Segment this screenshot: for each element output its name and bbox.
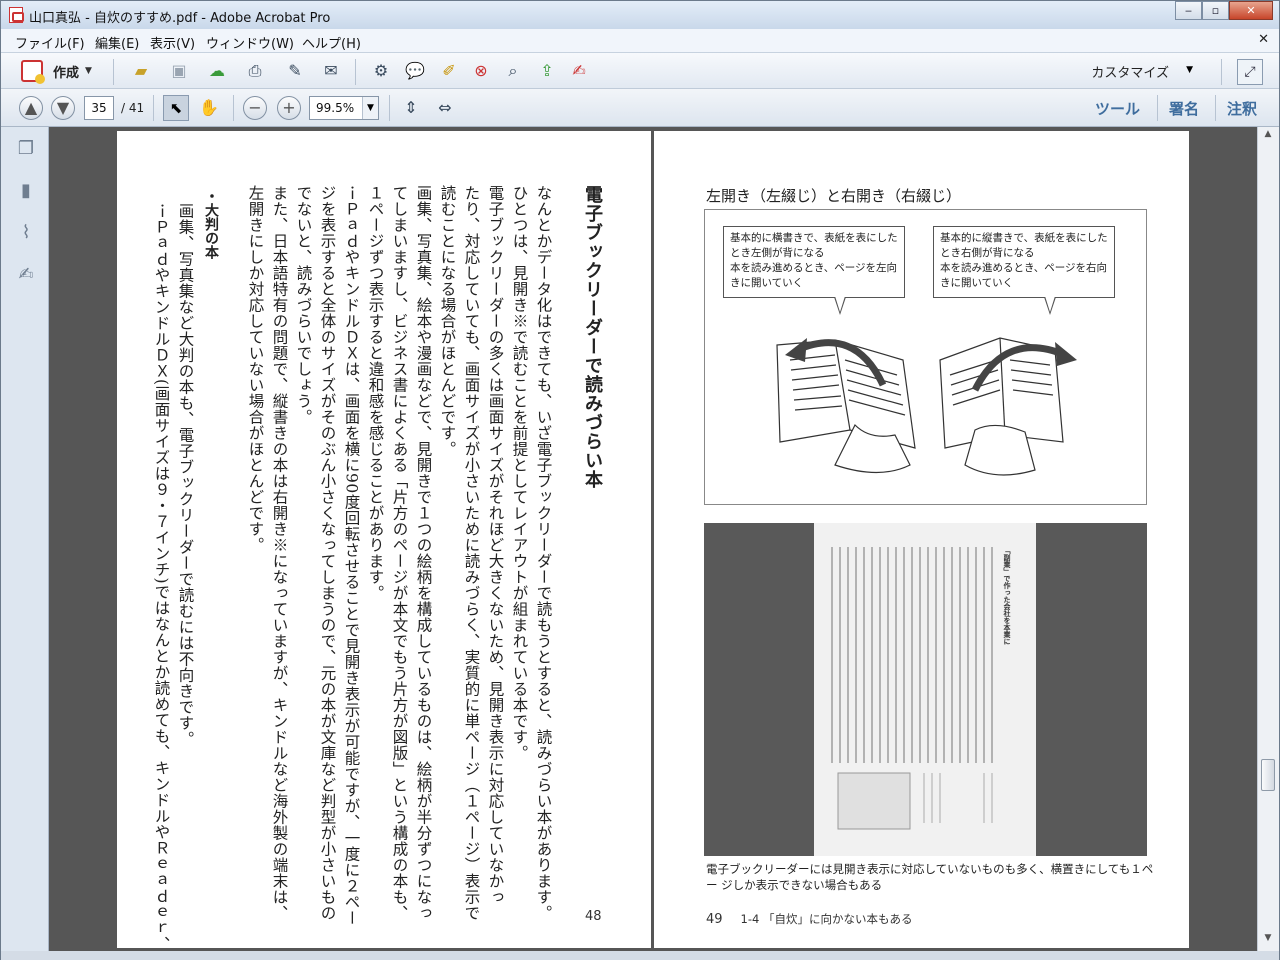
chevron-down-icon[interactable]: ▼ — [362, 97, 378, 119]
window-title: 山口真弘 - 自炊のすすめ.pdf - Adobe Acrobat Pro — [29, 11, 331, 26]
save-icon[interactable]: ▣ — [167, 59, 191, 83]
body-column: たり、対応していても、画面サイズが小さいために読みづらく、実質的に単ページ（１ペ… — [462, 185, 481, 921]
body-column: なんとかデータ化はできても、いざ電子ブックリーダーで読もうとすると、読みづらい本… — [534, 185, 553, 921]
body-column: ｉＰａｄやキンドルＤＸは、画面を横に90度回転させることで見開き表示が可能ですが… — [342, 185, 361, 926]
expand-icon[interactable]: ⤢ — [1237, 59, 1263, 85]
create-pdf-icon — [21, 60, 45, 84]
title-bar: 山口真弘 - 自炊のすすめ.pdf - Adobe Acrobat Pro ‒ … — [1, 1, 1279, 29]
highlight-text-icon[interactable]: ✐ — [437, 59, 461, 83]
body-column: ジを表示すると全体のサイズがそのぶん小さくなってしまうので、元の本が文庫など判型… — [318, 185, 337, 921]
page-49: 左開き（左綴じ）と右開き（右綴じ） 基本的に横書きで、表紙を表にした とき左側が… — [654, 131, 1189, 948]
create-button[interactable]: 作成 ▼ — [21, 59, 92, 84]
body-column: 画集、写真集、絵本や漫画などで、見開きで１つの絵柄を構成しているものは、絵柄が半… — [414, 185, 433, 921]
page-number: 49 — [706, 912, 723, 927]
comment-link[interactable]: 注釈 — [1227, 98, 1257, 119]
email-icon[interactable]: ✉ — [319, 59, 343, 83]
document-view[interactable]: 電子ブックリーダーで読みづらい本 なんとかデータ化はできても、いざ電子ブックリー… — [49, 127, 1257, 951]
tools-link[interactable]: ツール — [1095, 98, 1140, 119]
menu-help[interactable]: ヘルプ(H) — [302, 33, 361, 52]
close-button[interactable]: ✕ — [1229, 1, 1273, 20]
scrollbar-thumb[interactable] — [1261, 759, 1275, 791]
attachment-icon[interactable]: ⌇ — [15, 221, 37, 245]
menu-view[interactable]: 表示(V) — [150, 33, 195, 52]
create-label: 作成 — [53, 65, 80, 81]
status-bar — [1, 951, 1279, 960]
maximize-button[interactable]: ▫ — [1202, 1, 1229, 20]
photographed-page: 「副業」で作った会社を本業に — [814, 523, 1036, 856]
vertical-scrollbar[interactable]: ▲ ▼ — [1257, 127, 1279, 951]
book-illustration — [776, 337, 1077, 476]
print-icon[interactable]: ⎙ — [243, 59, 267, 83]
menu-file[interactable]: ファイル(F) — [15, 33, 85, 52]
page-footer: 49 1-4 「自炊」に向かない本もある — [706, 911, 912, 927]
photo-text-lines — [831, 547, 993, 830]
export-icon[interactable]: ⇪ — [535, 59, 559, 83]
body-column: また、日本語特有の問題で、縦書きの本は右開き※になっていますが、キンドルなど海外… — [270, 185, 289, 921]
navigation-toolbar: ▲ ▼ 35 / 41 ⬉ ✋ − + 99.5% ▼ ⇕ ⇔ ツール 署名 注… — [1, 89, 1279, 127]
page-total: / 41 — [121, 101, 145, 115]
body-column: 画集、写真集など大判の本も、電子ブックリーダーで読むには不向きです。 — [176, 203, 195, 747]
scroll-up-icon[interactable]: ▲ — [1260, 129, 1276, 145]
menu-window[interactable]: ウィンドウ(W) — [206, 33, 294, 52]
body-column: 左開きにしか対応していない場合がほとんどです。 — [246, 185, 265, 553]
subsection-heading: ・大判の本 — [203, 189, 219, 259]
gear-icon[interactable]: ⚙ — [369, 59, 393, 83]
page-48: 電子ブックリーダーで読みづらい本 なんとかデータ化はできても、いざ電子ブックリー… — [117, 131, 651, 951]
fit-width-icon[interactable]: ⇔ — [433, 96, 457, 120]
comment-bubble-icon[interactable]: 💬 — [403, 59, 427, 83]
body-column: １ページずつ表示すると違和感を感じることがあります。 — [366, 185, 385, 601]
sign-form-icon[interactable]: ✍ — [567, 59, 591, 83]
body-column: 読むことになる場合がほとんどです。 — [438, 185, 457, 457]
page-thumbnails-icon[interactable]: ❐ — [15, 137, 37, 161]
fit-page-icon[interactable]: ⇕ — [399, 96, 423, 120]
book-spread-photo: 「副業」で作った会社を本業に — [704, 523, 1147, 856]
pdf-app-icon — [9, 7, 24, 23]
figure-caption: 電子ブックリーダーには見開き表示に対応していないものも多く、横置きにしても１ペー… — [706, 862, 1154, 892]
zoom-in-button[interactable]: + — [277, 96, 301, 120]
cloud-upload-icon[interactable]: ☁ — [205, 59, 229, 83]
page-number: 48 — [585, 909, 602, 924]
sign-link[interactable]: 署名 — [1169, 98, 1199, 119]
figure-binding-illustration: 基本的に横書きで、表紙を表にした とき左側が背になる 本を読み進めるとき、ページ… — [704, 209, 1147, 505]
zoom-out-button[interactable]: − — [243, 96, 267, 120]
hand-tool-icon[interactable]: ✋ — [197, 96, 221, 120]
bookmark-icon[interactable]: ▮ — [15, 179, 37, 203]
chevron-down-icon[interactable]: ▼ — [1186, 65, 1193, 75]
body-column: ｉＰａｄやキンドルＤＸ(画面サイズは９・７インチ)ではなんとか読めても、キンドル… — [152, 203, 171, 951]
chevron-down-icon: ▼ — [85, 66, 92, 76]
zoom-value: 99.5% — [316, 101, 355, 115]
section-heading: 電子ブックリーダーで読みづらい本 — [582, 185, 603, 489]
body-column: 電子ブックリーダーの多くは画面サイズがそれほど大きくないため、見開き表示に対応し… — [486, 185, 505, 905]
document-close-icon[interactable]: ✕ — [1258, 32, 1269, 47]
next-page-button[interactable]: ▼ — [51, 96, 75, 120]
scroll-down-icon[interactable]: ▼ — [1260, 933, 1276, 949]
acrobat-window: 山口真弘 - 自炊のすすめ.pdf - Adobe Acrobat Pro ‒ … — [0, 0, 1280, 960]
main-toolbar: 作成 ▼ ▰ ▣ ☁ ⎙ ✎ ✉ ⚙ 💬 ✐ ⊗ ⌕ ⇪ ✍ カスタマイズ ▼ … — [1, 53, 1279, 89]
body-column: てしまいますし、ビジネス書によくある「片方のページが本文でもう片方が図版」という… — [390, 185, 409, 921]
zoom-select[interactable]: 99.5% ▼ — [309, 96, 379, 120]
navigation-panel: ❐ ▮ ⌇ ✍ — [1, 127, 49, 951]
menu-bar: ファイル(F) 編集(E) 表示(V) ウィンドウ(W) ヘルプ(H) ✕ — [1, 29, 1279, 53]
figure-title: 左開き（左綴じ）と右開き（右綴じ） — [706, 187, 962, 205]
redact-icon[interactable]: ⊗ — [469, 59, 493, 83]
page-number-input[interactable]: 35 — [84, 96, 114, 120]
previous-page-button[interactable]: ▲ — [19, 96, 43, 120]
customize-label[interactable]: カスタマイズ — [1091, 62, 1169, 81]
search-document-icon[interactable]: ⌕ — [501, 59, 525, 83]
edit-document-icon[interactable]: ✎ — [283, 59, 307, 83]
open-folder-icon[interactable]: ▰ — [129, 59, 153, 83]
body-column: でないと、読みづらいでしょう。 — [294, 185, 313, 425]
minimize-button[interactable]: ‒ — [1175, 1, 1202, 20]
select-tool-icon[interactable]: ⬉ — [163, 95, 189, 121]
menu-edit[interactable]: 編集(E) — [95, 33, 139, 52]
signature-icon[interactable]: ✍ — [15, 263, 37, 287]
chapter-title: 1-4 「自炊」に向かない本もある — [740, 912, 913, 926]
body-column: ひとつは、見開き※で読むことを前提としてレイアウトが組まれている本です。 — [510, 185, 529, 761]
